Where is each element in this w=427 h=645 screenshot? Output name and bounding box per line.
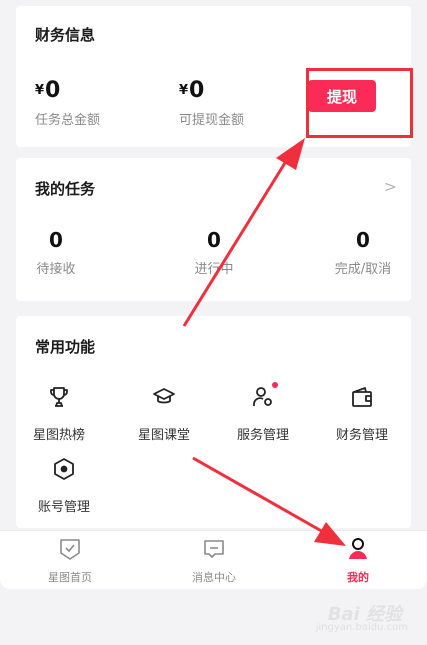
chevron-right-icon[interactable]: > — [384, 177, 397, 196]
feature-label: 财务管理 — [335, 428, 388, 443]
person-icon — [349, 538, 367, 559]
shield-check-icon — [60, 539, 80, 560]
task-stat-done-cancelled[interactable]: 0 完成/取消 — [323, 228, 403, 277]
hexagon-settings-icon — [49, 454, 79, 484]
total-amount-currency: ¥ — [35, 83, 45, 98]
task-stat-label: 待接收 — [36, 262, 76, 277]
tab-label: 我的 — [347, 571, 369, 584]
graduation-cap-icon — [149, 382, 179, 412]
tab-me[interactable]: 我的 — [313, 537, 403, 585]
task-stat-in-progress[interactable]: 0 进行中 — [174, 228, 254, 277]
feature-label: 账号管理 — [37, 500, 90, 515]
features-title: 常用功能 — [35, 338, 96, 356]
total-amount-label: 任务总金额 — [35, 113, 101, 128]
feature-account-management[interactable]: 账号管理 — [21, 454, 107, 515]
task-stat-pending[interactable]: 0 待接收 — [16, 228, 96, 277]
withdrawable-amount-label: 可提现金额 — [179, 113, 245, 128]
task-stat-value: 0 — [49, 228, 63, 252]
feature-finance-management[interactable]: 财务管理 — [319, 382, 405, 443]
trophy-icon — [44, 382, 74, 412]
features-card: 常用功能 星图热榜 星图课堂 服务管理 财务管理 账号管理 — [16, 316, 411, 528]
withdrawable-amount-number: 0 — [189, 78, 205, 103]
tab-messages[interactable]: 消息中心 — [169, 537, 259, 585]
total-amount-value: ¥0 — [35, 78, 60, 103]
tasks-card[interactable]: 我的任务 > 0 待接收 0 进行中 0 完成/取消 — [16, 158, 411, 301]
feature-label: 星图课堂 — [137, 428, 190, 443]
withdraw-highlight-box — [306, 68, 413, 138]
feature-service-management[interactable]: 服务管理 — [220, 382, 306, 443]
finance-title: 财务信息 — [35, 26, 96, 44]
feature-hot-list[interactable]: 星图热榜 — [16, 382, 102, 443]
wallet-icon — [347, 382, 377, 412]
task-stat-label: 完成/取消 — [334, 262, 392, 277]
withdrawable-amount-currency: ¥ — [179, 83, 189, 98]
notification-dot — [272, 382, 278, 388]
withdrawable-amount-value: ¥0 — [179, 78, 204, 103]
feature-classroom[interactable]: 星图课堂 — [121, 382, 207, 443]
total-amount-number: 0 — [45, 78, 61, 103]
tab-label: 消息中心 — [192, 571, 236, 584]
bottom-tab-bar: 星图首页 消息中心 我的 — [0, 530, 427, 589]
task-stat-label: 进行中 — [194, 262, 234, 277]
message-icon — [204, 540, 224, 558]
watermark: Bai 经验 jingyan.baidu.com — [310, 597, 422, 637]
feature-label: 星图热榜 — [32, 428, 85, 443]
task-stat-value: 0 — [356, 228, 370, 252]
user-gear-icon — [248, 382, 278, 412]
tab-label: 星图首页 — [48, 571, 92, 584]
task-stat-value: 0 — [207, 228, 221, 252]
tab-home[interactable]: 星图首页 — [25, 537, 115, 585]
tasks-title: 我的任务 — [35, 180, 96, 198]
watermark-url: jingyan.baidu.com — [315, 622, 408, 633]
feature-label: 服务管理 — [236, 428, 289, 443]
